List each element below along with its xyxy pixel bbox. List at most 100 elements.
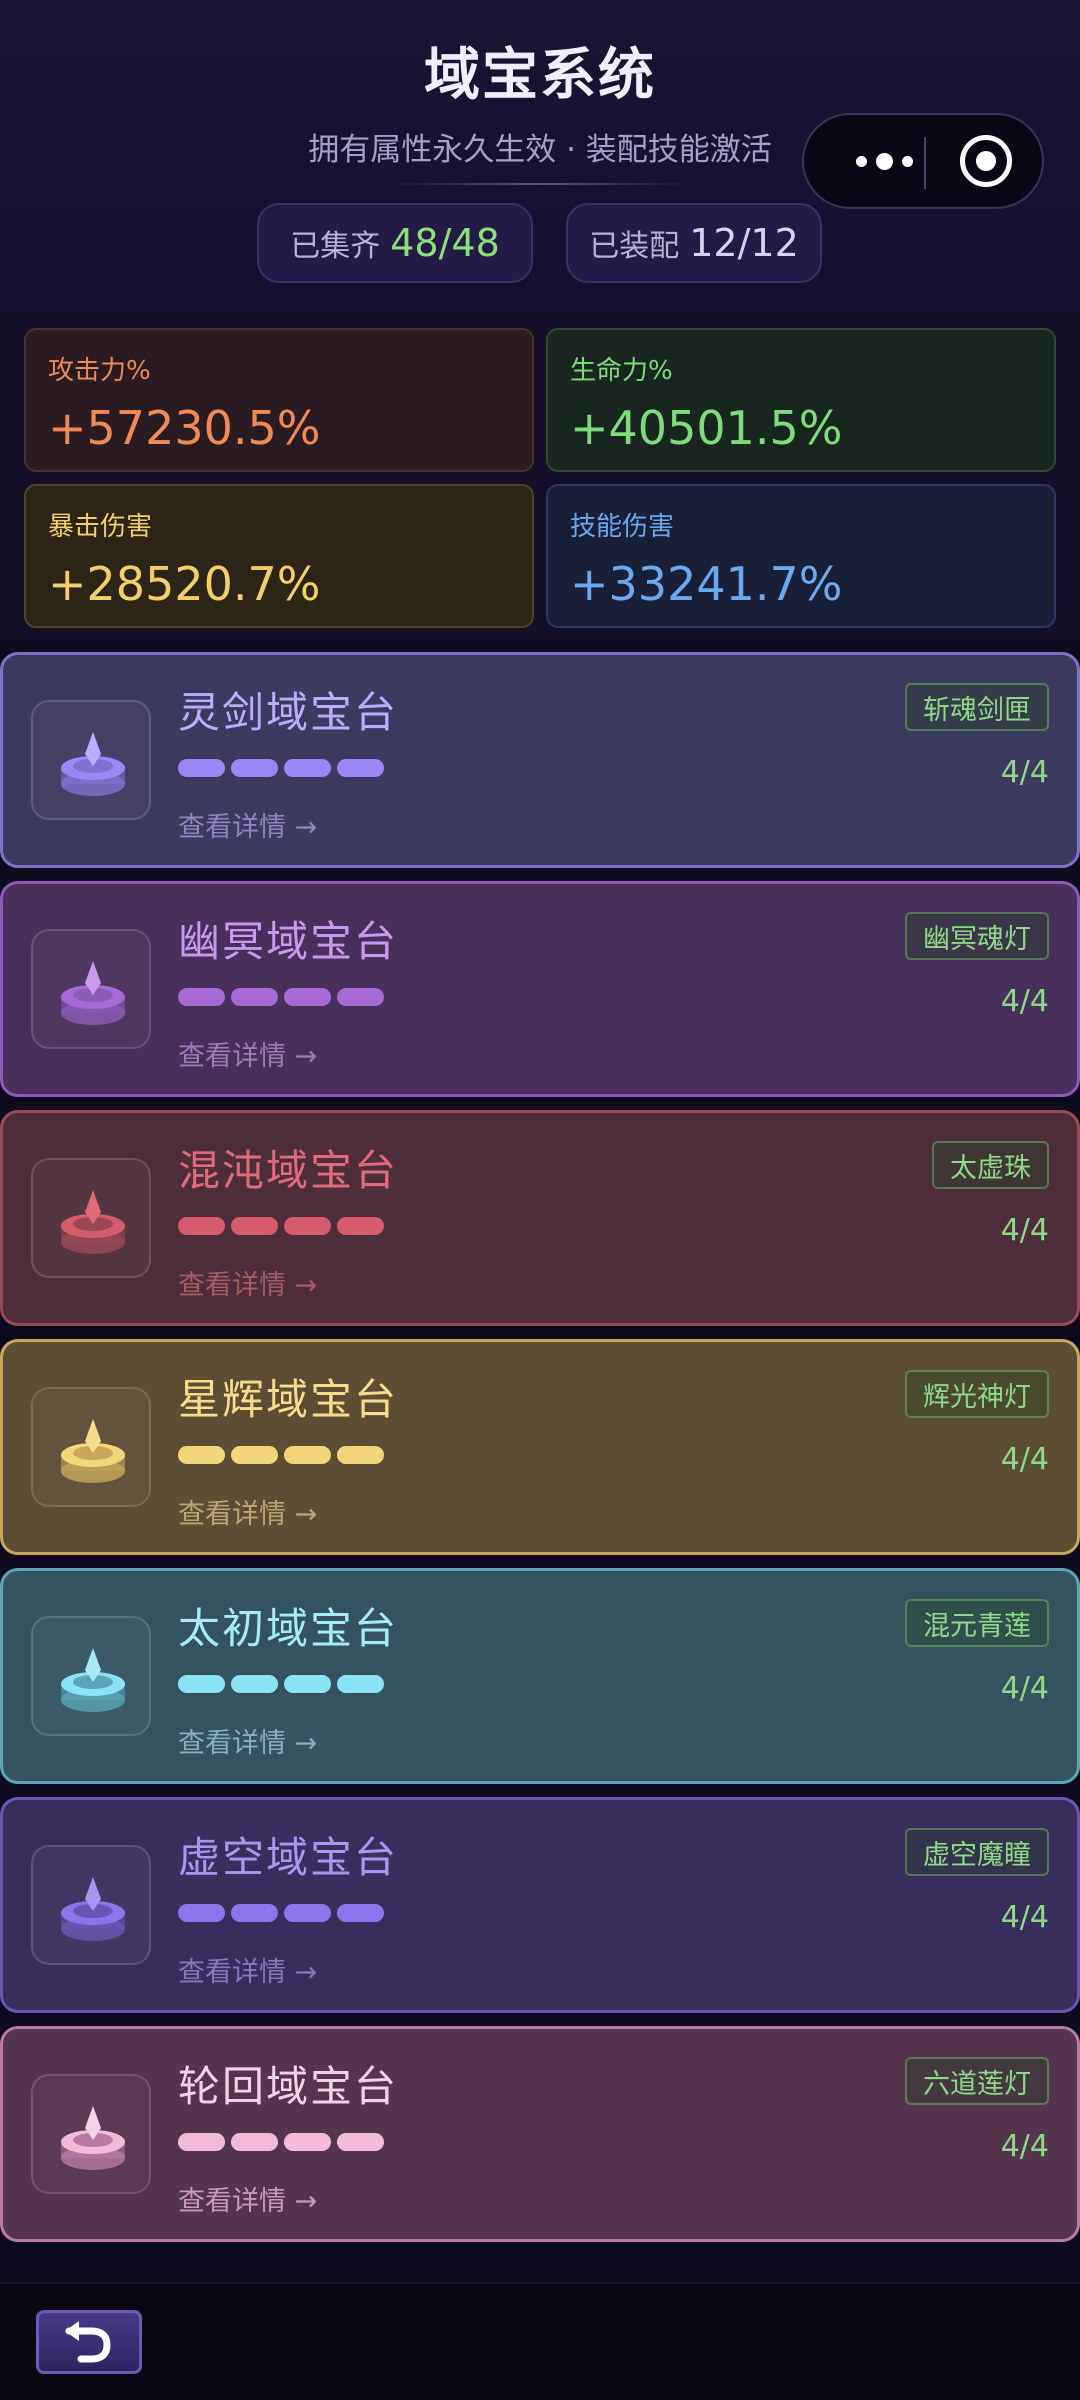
stat-attack-label: 攻击力% <box>48 356 151 386</box>
collection-count: 4/4 <box>1000 984 1049 1019</box>
stat-hp-label: 生命力% <box>570 356 673 386</box>
progress-bar <box>178 1217 384 1235</box>
platform-card-hundun[interactable]: 混沌域宝台 查看详情 → 太虚珠 4/4 <box>0 1110 1080 1326</box>
progress-segment <box>337 759 384 777</box>
platform-card-xukong[interactable]: 虚空域宝台查看详情 → 虚空魔瞳 4/4 <box>0 1797 1080 2013</box>
progress-segment <box>337 1904 384 1922</box>
progress-segment <box>284 759 331 777</box>
progress-segment <box>284 1217 331 1235</box>
stat-skill-label: 技能伤害 <box>570 512 675 542</box>
platform-icon <box>31 1387 151 1507</box>
mini-program-capsule <box>802 113 1044 209</box>
platform-card-youming[interactable]: 幽冥域宝台查看详情 → 幽冥魂灯 4/4 <box>0 881 1080 1097</box>
stat-crit: 暴击伤害 +28520.7% <box>24 484 534 628</box>
more-icon[interactable] <box>834 115 934 207</box>
progress-bar <box>178 1904 384 1922</box>
view-details-link[interactable]: 查看详情 → <box>178 1492 317 1531</box>
equipped-badge: 已装配 12/12 <box>566 203 822 283</box>
pedestal-icon <box>61 1877 125 1941</box>
progress-segment <box>337 1446 384 1464</box>
progress-segment <box>284 988 331 1006</box>
stat-attack: 攻击力% +57230.5% <box>24 328 534 472</box>
stat-hp: 生命力% +40501.5% <box>546 328 1056 472</box>
back-arrow-icon <box>65 2321 111 2363</box>
page-subtitle: 拥有属性永久生效 · 装配技能激活 <box>308 132 772 168</box>
stat-attack-value: +57230.5% <box>48 401 321 455</box>
platform-title: 星辉域宝台 <box>178 1375 399 1424</box>
page-title: 域宝系统 <box>424 43 656 108</box>
pedestal-icon <box>61 1419 125 1483</box>
bottom-bar <box>0 2282 1080 2400</box>
treasure-tag: 辉光神灯 <box>905 1370 1049 1418</box>
stat-crit-label: 暴击伤害 <box>48 512 153 542</box>
stat-skill-value: +33241.7% <box>570 557 843 611</box>
collected-badge: 已集齐 48/48 <box>257 203 533 283</box>
pedestal-icon <box>61 1648 125 1712</box>
equipped-label: 已装配 <box>589 229 680 264</box>
treasure-tag: 幽冥魂灯 <box>905 912 1049 960</box>
pedestal-icon <box>61 961 125 1025</box>
subtitle-divider <box>390 183 690 185</box>
platform-icon <box>31 2074 151 2194</box>
progress-segment <box>231 1904 278 1922</box>
capsule-divider <box>924 137 926 189</box>
collection-count: 4/4 <box>1000 2129 1049 2164</box>
treasure-tag: 太虚珠 <box>932 1141 1049 1189</box>
platform-icon <box>31 700 151 820</box>
view-details-link[interactable]: 查看详情 → <box>178 1950 317 1989</box>
platform-card-taichu[interactable]: 太初域宝台查看详情 → 混元青莲 4/4 <box>0 1568 1080 1784</box>
stat-hp-value: +40501.5% <box>570 401 843 455</box>
stats-panel: 攻击力% +57230.5% 生命力% +40501.5% 暴击伤害 +2852… <box>0 310 1080 640</box>
view-details-link[interactable]: 查看详情 → <box>178 2179 317 2218</box>
platform-card-lingjian[interactable]: 灵剑域宝台 查看详情 → 斩魂剑匣 4/4 <box>0 652 1080 868</box>
treasure-tag: 斩魂剑匣 <box>905 683 1049 731</box>
platform-card-xinghui[interactable]: 星辉域宝台查看详情 → 辉光神灯 4/4 <box>0 1339 1080 1555</box>
platform-icon <box>31 929 151 1049</box>
progress-bar <box>178 759 384 777</box>
collection-count: 4/4 <box>1000 1900 1049 1935</box>
progress-segment <box>231 1217 278 1235</box>
platform-title: 幽冥域宝台 <box>178 917 399 966</box>
progress-segment <box>178 1446 225 1464</box>
progress-segment <box>231 1446 278 1464</box>
collection-count: 4/4 <box>1000 1671 1049 1706</box>
progress-segment <box>284 1675 331 1693</box>
back-button[interactable] <box>36 2310 142 2374</box>
header: 域宝系统 拥有属性永久生效 · 装配技能激活 已集齐 48/48 已装配 12/… <box>0 0 1080 310</box>
stat-skill: 技能伤害 +33241.7% <box>546 484 1056 628</box>
progress-segment <box>231 988 278 1006</box>
view-details-link[interactable]: 查看详情 → <box>178 1263 317 1302</box>
progress-segment <box>337 1675 384 1693</box>
collection-count: 4/4 <box>1000 755 1049 790</box>
platform-icon <box>31 1158 151 1278</box>
platform-title: 虚空域宝台 <box>178 1833 399 1882</box>
progress-bar <box>178 1675 384 1693</box>
close-target-icon[interactable] <box>960 135 1012 187</box>
treasure-tag: 混元青莲 <box>905 1599 1049 1647</box>
pedestal-icon <box>61 732 125 796</box>
progress-segment <box>178 1675 225 1693</box>
progress-bar <box>178 988 384 1006</box>
platform-icon <box>31 1616 151 1736</box>
progress-segment <box>231 2133 278 2151</box>
collected-label: 已集齐 <box>290 229 381 264</box>
pedestal-icon <box>61 1190 125 1254</box>
progress-segment <box>337 988 384 1006</box>
platform-card-lunhui[interactable]: 轮回域宝台 查看详情 → 六道莲灯 4/4 <box>0 2026 1080 2242</box>
progress-segment <box>337 1217 384 1235</box>
view-details-link[interactable]: 查看详情 → <box>178 1034 317 1073</box>
progress-segment <box>178 759 225 777</box>
progress-segment <box>178 2133 225 2151</box>
view-details-link[interactable]: 查看详情 → <box>178 1721 317 1760</box>
collected-value: 48/48 <box>390 221 500 265</box>
progress-bar <box>178 2133 384 2151</box>
treasure-tag: 六道莲灯 <box>905 2057 1049 2105</box>
platform-title: 太初域宝台 <box>178 1604 399 1653</box>
platform-title: 混沌域宝台 <box>178 1146 399 1195</box>
treasure-tag: 虚空魔瞳 <box>905 1828 1049 1876</box>
collection-count: 4/4 <box>1000 1442 1049 1477</box>
equipped-value: 12/12 <box>689 221 799 265</box>
progress-segment <box>178 988 225 1006</box>
view-details-link[interactable]: 查看详情 → <box>178 805 317 844</box>
progress-segment <box>231 1675 278 1693</box>
